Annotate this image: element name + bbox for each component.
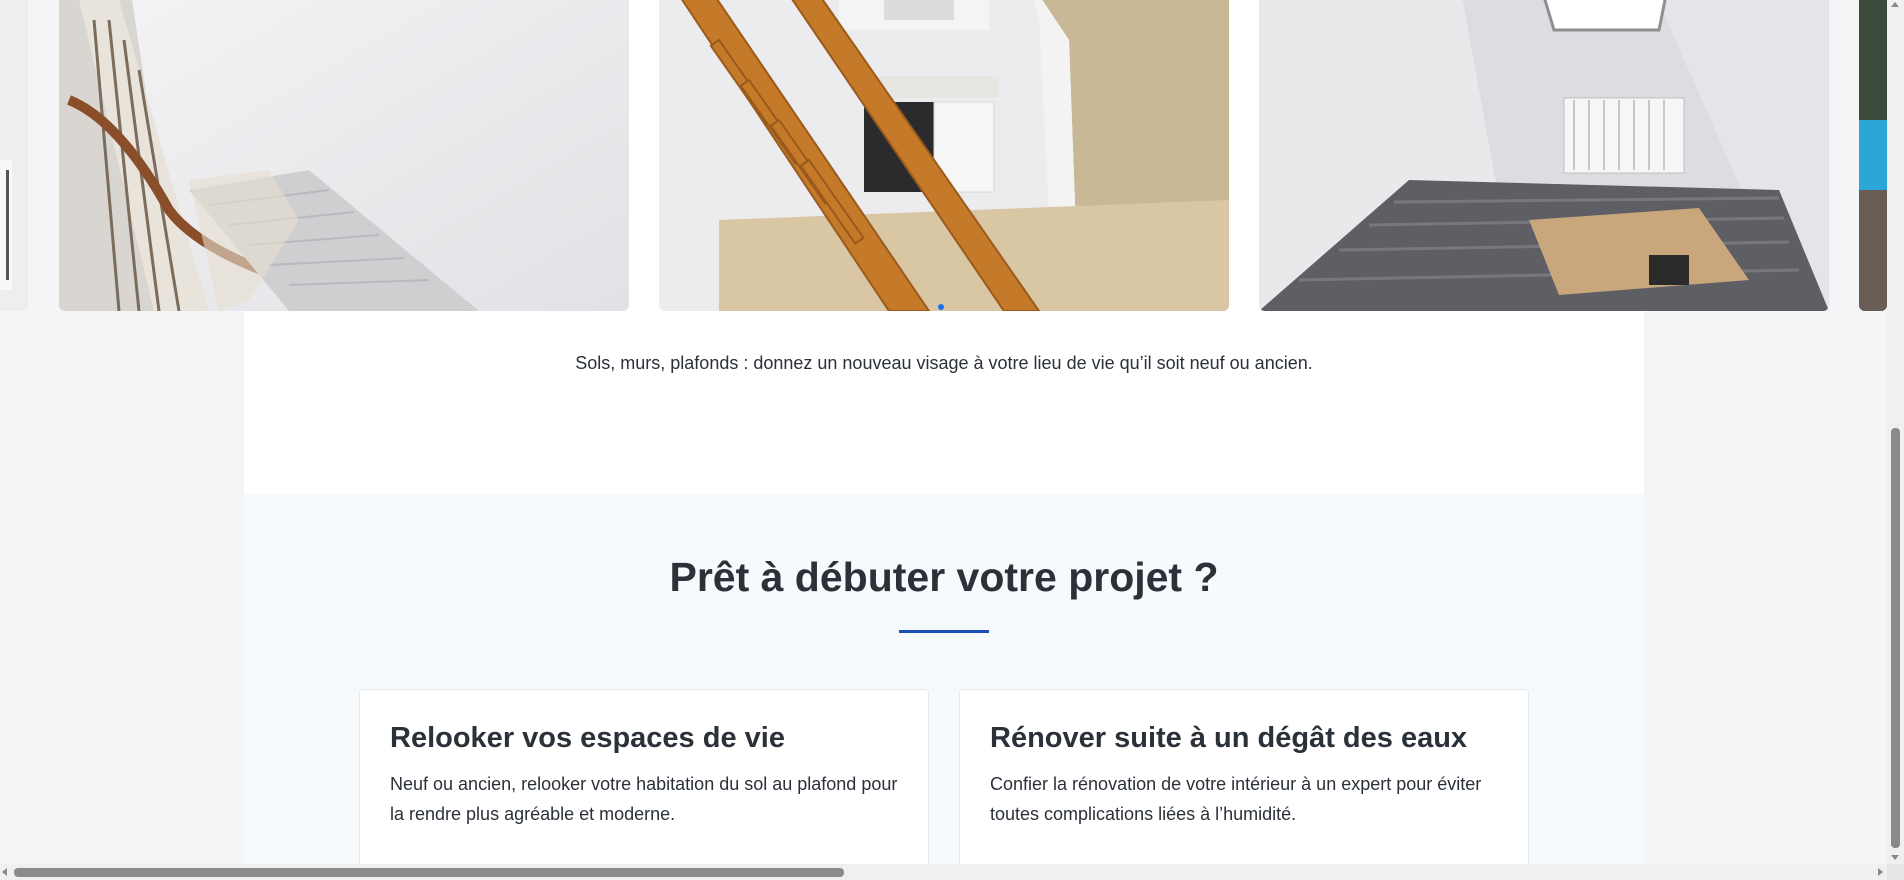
scroll-up-arrow-icon[interactable] xyxy=(1891,2,1899,7)
scroll-left-arrow-icon[interactable] xyxy=(2,868,7,876)
horizontal-scrollbar[interactable] xyxy=(0,864,1887,880)
section-tagline: Sols, murs, plafonds : donnez un nouveau… xyxy=(575,353,1313,373)
slide-image xyxy=(659,0,1229,311)
horizontal-scroll-thumb[interactable] xyxy=(14,868,844,877)
project-cta-section: Prêt à débuter votre projet ? Relooker v… xyxy=(244,494,1644,864)
card-title[interactable]: Rénover suite à un dégât des eaux xyxy=(990,722,1498,755)
slide-image xyxy=(1859,0,1887,311)
card-description: Confier la rénovation de votre intérieur… xyxy=(990,774,1482,824)
image-carousel[interactable] xyxy=(0,0,1887,312)
carousel-slide-partial-right[interactable] xyxy=(1859,0,1887,311)
slide-image xyxy=(1259,0,1829,311)
carousel-slide-attic-room[interactable] xyxy=(1259,0,1829,311)
slide-image xyxy=(0,0,28,311)
service-card-degat-des-eaux[interactable]: Rénover suite à un dégât des eaux Confie… xyxy=(959,689,1529,864)
carousel-pagination xyxy=(938,304,944,310)
carousel-slide-stairwell[interactable] xyxy=(59,0,629,311)
slide-image xyxy=(59,0,629,311)
vertical-scrollbar[interactable] xyxy=(1887,0,1904,864)
service-card-relooker[interactable]: Relooker vos espaces de vie Neuf ou anci… xyxy=(359,689,929,864)
card-title[interactable]: Relooker vos espaces de vie xyxy=(390,722,898,755)
carousel-dot-active[interactable] xyxy=(938,304,944,310)
scrollbar-corner xyxy=(1887,864,1904,880)
title-underline xyxy=(899,630,989,633)
vertical-scroll-thumb[interactable] xyxy=(1891,428,1900,848)
cta-title: Prêt à débuter votre projet ? xyxy=(669,554,1219,600)
page: Sols, murs, plafonds : donnez un nouveau… xyxy=(0,0,1887,864)
carousel-slide-kitchen-stairs[interactable] xyxy=(659,0,1229,311)
card-description: Neuf ou ancien, relooker votre habitatio… xyxy=(390,774,898,824)
carousel-slide-partial-left[interactable] xyxy=(0,0,28,311)
scroll-down-arrow-icon[interactable] xyxy=(1891,855,1899,860)
scroll-right-arrow-icon[interactable] xyxy=(1878,868,1883,876)
